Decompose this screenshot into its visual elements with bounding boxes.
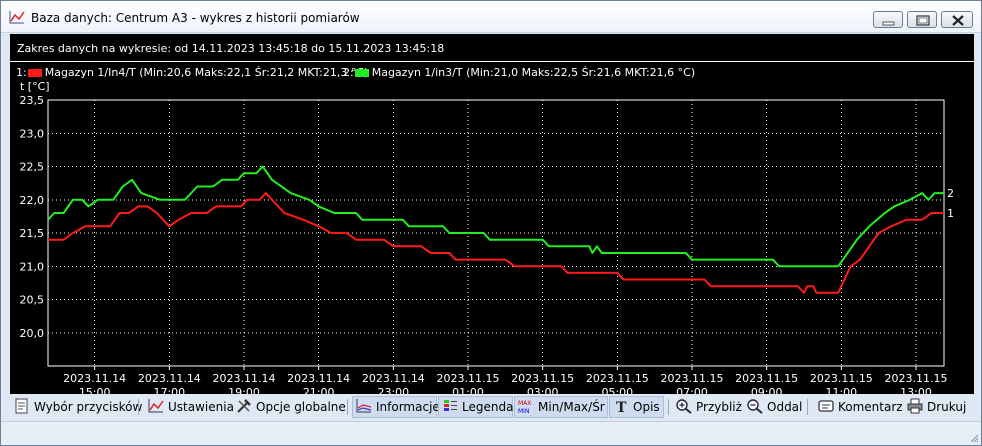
komentarz-button[interactable]: Komentarz bbox=[815, 396, 903, 418]
series-end-label-2: 2 bbox=[947, 187, 954, 200]
ustawienia-button[interactable]: Ustawienia bbox=[145, 396, 234, 418]
x-tick-date: 2023.11.15 bbox=[810, 372, 873, 385]
close-button[interactable] bbox=[941, 11, 973, 28]
series-line-1 bbox=[48, 192, 944, 294]
series-end-label-1: 1 bbox=[947, 207, 954, 220]
info-chart-icon bbox=[356, 399, 372, 413]
page-icon bbox=[15, 398, 28, 414]
y-tick-label: 20,5 bbox=[20, 294, 45, 307]
toolbar-separator bbox=[347, 399, 348, 415]
x-tick-date: 2023.11.14 bbox=[138, 372, 201, 385]
printer-icon bbox=[907, 398, 923, 414]
y-axis-label: t [°C] bbox=[20, 80, 50, 93]
x-tick-hour: 17:00 bbox=[153, 386, 185, 394]
close-icon bbox=[952, 15, 964, 26]
minimize-icon bbox=[882, 21, 895, 26]
chart-icon bbox=[148, 399, 164, 413]
przybliz-button[interactable]: Przybliż bbox=[673, 396, 742, 418]
chart-area[interactable]: Zakres danych na wykresie: od 14.11.2023… bbox=[10, 34, 974, 394]
toolbar-separator bbox=[138, 399, 139, 415]
y-tick-label: 21,5 bbox=[20, 227, 45, 240]
series-line-2 bbox=[47, 165, 944, 268]
x-tick-hour: 09:00 bbox=[751, 386, 783, 394]
x-tick-hour: 23:00 bbox=[377, 386, 409, 394]
zoom-out-icon bbox=[747, 399, 763, 414]
oddal-button[interactable]: Oddal bbox=[744, 396, 802, 418]
y-tick-label: 21,0 bbox=[20, 260, 45, 273]
y-tick-label: 23,0 bbox=[20, 127, 45, 140]
legenda-button[interactable]: Legenda bbox=[438, 396, 513, 418]
x-tick-date: 2023.11.15 bbox=[437, 372, 500, 385]
x-tick-date: 2023.11.14 bbox=[287, 372, 350, 385]
x-tick-date: 2023.11.15 bbox=[586, 372, 649, 385]
x-tick-date: 2023.11.14 bbox=[362, 372, 425, 385]
comment-icon bbox=[818, 400, 834, 412]
x-tick-date: 2023.11.14 bbox=[213, 372, 276, 385]
informacje-button[interactable]: Informacje bbox=[352, 396, 440, 418]
maximize-icon bbox=[916, 15, 930, 26]
toolbar-separator bbox=[807, 399, 808, 415]
x-tick-date: 2023.11.14 bbox=[63, 372, 126, 385]
chart-window: Baza danych: Centrum A3 - wykres z histo… bbox=[0, 0, 982, 446]
x-tick-date: 2023.11.15 bbox=[735, 372, 798, 385]
x-tick-hour: 03:00 bbox=[527, 386, 559, 394]
resize-grip-icon[interactable] bbox=[969, 433, 979, 443]
y-tick-label: 22,5 bbox=[20, 161, 45, 174]
x-tick-hour: 13:00 bbox=[900, 386, 932, 394]
opcje-globalne-button[interactable]: Opcje globalne bbox=[233, 396, 346, 418]
minimize-button[interactable] bbox=[873, 11, 903, 28]
tools-icon bbox=[237, 399, 251, 413]
text-icon: T bbox=[616, 400, 627, 414]
min-max-sr-button[interactable]: MAX MIN Min/Max/Śr bbox=[514, 396, 608, 418]
toolbar: Wybór przycisków Ustawienia Opcje global… bbox=[1, 394, 981, 420]
svg-text:MAX: MAX bbox=[518, 400, 531, 407]
x-tick-date: 2023.11.15 bbox=[511, 372, 574, 385]
wybor-przyciskow-button[interactable]: Wybór przycisków bbox=[11, 396, 142, 418]
temperature-chart[interactable]: t [°C]23,523,022,522,021,521,020,520,020… bbox=[10, 34, 974, 394]
x-tick-hour: 19:00 bbox=[228, 386, 260, 394]
x-tick-hour: 11:00 bbox=[825, 386, 857, 394]
maxmin-icon: MAXMIN bbox=[518, 400, 531, 414]
zoom-in-icon bbox=[676, 399, 692, 414]
legend-icon bbox=[444, 400, 457, 411]
y-tick-label: 22,0 bbox=[20, 194, 45, 207]
svg-text:T: T bbox=[616, 400, 627, 414]
x-tick-date: 2023.11.15 bbox=[661, 372, 724, 385]
drukuj-button[interactable]: Drukuj bbox=[904, 396, 966, 418]
x-tick-date: 2023.11.15 bbox=[885, 372, 948, 385]
maximize-button[interactable] bbox=[907, 11, 937, 28]
x-tick-hour: 01:00 bbox=[452, 386, 484, 394]
chart-app-icon bbox=[9, 11, 25, 24]
y-tick-label: 20,0 bbox=[20, 327, 45, 340]
x-tick-hour: 15:00 bbox=[79, 386, 111, 394]
x-tick-hour: 21:00 bbox=[303, 386, 335, 394]
status-bar bbox=[1, 421, 981, 445]
y-tick-label: 23,5 bbox=[20, 94, 45, 107]
toolbar-separator bbox=[668, 399, 669, 415]
title-bar[interactable]: Baza danych: Centrum A3 - wykres z histo… bbox=[1, 1, 981, 33]
x-tick-hour: 05:00 bbox=[601, 386, 633, 394]
window-title: Baza danych: Centrum A3 - wykres z histo… bbox=[31, 11, 360, 25]
svg-text:MIN: MIN bbox=[518, 408, 529, 414]
x-tick-hour: 07:00 bbox=[676, 386, 708, 394]
opis-button[interactable]: T Opis bbox=[609, 396, 664, 418]
